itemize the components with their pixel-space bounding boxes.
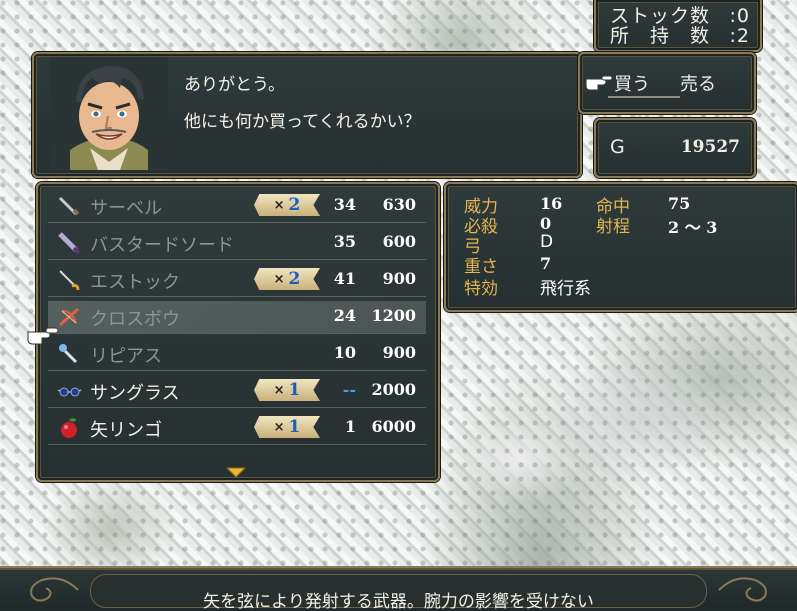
weapon-rank-value: D: [540, 232, 554, 252]
item-stats-panel: 威力 16 命中 75 必殺 0 射程 2 ～ 3 弓 D 重さ 7 特効 飛行…: [444, 182, 797, 312]
item-uses: 10: [333, 343, 356, 362]
effective-label: 特効: [464, 279, 498, 299]
item-name: エストック: [90, 272, 180, 293]
shopkeeper-portrait: [50, 58, 168, 170]
item-row[interactable]: エストック × 2 41 900: [48, 264, 426, 297]
stock-count-value: 0: [736, 5, 750, 27]
item-description-bar: 矢を弦により発射する武器。腕力の影響を受けない: [0, 566, 797, 611]
stock-count-label: ストック数: [610, 5, 711, 27]
item-uses: 41: [333, 269, 356, 288]
pointing-hand-cursor-icon: [26, 322, 60, 346]
description-frame: 矢を弦により発射する武器。腕力の影響を受けない: [90, 574, 707, 611]
left-ornament-icon: [30, 577, 79, 602]
sell-option[interactable]: 売る: [680, 70, 716, 96]
shopkeeper-dialog: ありがとう。 他にも何か買ってくれるかい？: [32, 52, 582, 178]
item-name: バスタードソード: [90, 235, 234, 256]
item-description-text: 矢を弦により発射する武器。腕力の影響を受けない: [203, 592, 594, 611]
item-quantity-badge: × 2: [254, 194, 320, 216]
owned-count-label: 所 持 数: [610, 25, 711, 47]
apple-icon: [56, 416, 82, 440]
dialog-line-1: ありがとう。: [184, 75, 285, 95]
stock-panel: ストック数 :0 所 持 数 :2: [594, 0, 762, 52]
effective-value: 飛行系: [540, 279, 591, 299]
item-price: 900: [382, 269, 416, 288]
shop-item-list: サーベル × 2 34 630 バスタードソード 35 600 エストック × 2 …: [27, 182, 440, 482]
item-quantity-badge: × 1: [254, 379, 320, 401]
item-price: 600: [382, 232, 416, 251]
item-uses: 34: [333, 195, 356, 214]
owned-count-value: 2: [736, 25, 750, 47]
pointing-hand-icon: [584, 70, 614, 92]
item-quantity-badge: × 2: [254, 268, 320, 290]
sword-icon: [56, 194, 82, 218]
item-uses: 24: [333, 306, 356, 325]
item-name: 矢リンゴ: [90, 420, 162, 441]
item-price: 2000: [371, 380, 416, 399]
item-quantity-badge: × 1: [254, 416, 320, 438]
item-uses: --: [342, 380, 356, 399]
gold-panel: G 19527: [594, 118, 756, 178]
item-uses: 1: [344, 417, 356, 436]
gold-amount: 19527: [680, 137, 740, 157]
gold-label: G: [610, 136, 625, 158]
weight-value: 7: [540, 254, 552, 273]
buy-option[interactable]: 買う: [614, 70, 650, 96]
item-price: 900: [382, 343, 416, 362]
range-value: 2 ～ 3: [668, 218, 718, 237]
greatsword-icon: [56, 231, 82, 255]
item-price: 1200: [371, 306, 416, 325]
stock-count-row: ストック数 :0: [610, 5, 750, 27]
item-row[interactable]: サングラス × 1 -- 2000: [48, 375, 426, 408]
rapier-icon: [56, 268, 82, 292]
power-value: 16: [540, 194, 563, 213]
shop-mode-panel: 買う 売る: [578, 52, 756, 114]
item-row[interactable]: サーベル × 2 34 630: [48, 190, 426, 223]
item-name: リピアス: [90, 346, 162, 367]
item-price: 6000: [371, 417, 416, 436]
sunglasses-icon: [56, 379, 82, 403]
item-name: サーベル: [90, 198, 162, 219]
item-name: サングラス: [90, 383, 180, 404]
item-row[interactable]: リピアス 10 900: [48, 338, 426, 371]
item-uses: 35: [333, 232, 356, 251]
dialog-line-2: 他にも何か買ってくれるかい？: [184, 112, 421, 132]
item-row-selected[interactable]: クロスボウ 24 1200: [48, 301, 426, 334]
hit-value: 75: [668, 194, 691, 213]
owned-count-row: 所 持 数 :2: [610, 25, 750, 47]
range-label: 射程: [596, 217, 630, 237]
right-ornament-icon: [718, 577, 767, 602]
item-price: 630: [382, 195, 416, 214]
buy-selected-underline: [608, 96, 680, 98]
crit-value: 0: [540, 214, 552, 233]
item-row[interactable]: 矢リンゴ × 1 1 6000: [48, 412, 426, 445]
item-row[interactable]: バスタードソード 35 600: [48, 227, 426, 260]
scroll-down-arrow-icon[interactable]: [225, 464, 247, 478]
item-name: クロスボウ: [90, 309, 180, 330]
